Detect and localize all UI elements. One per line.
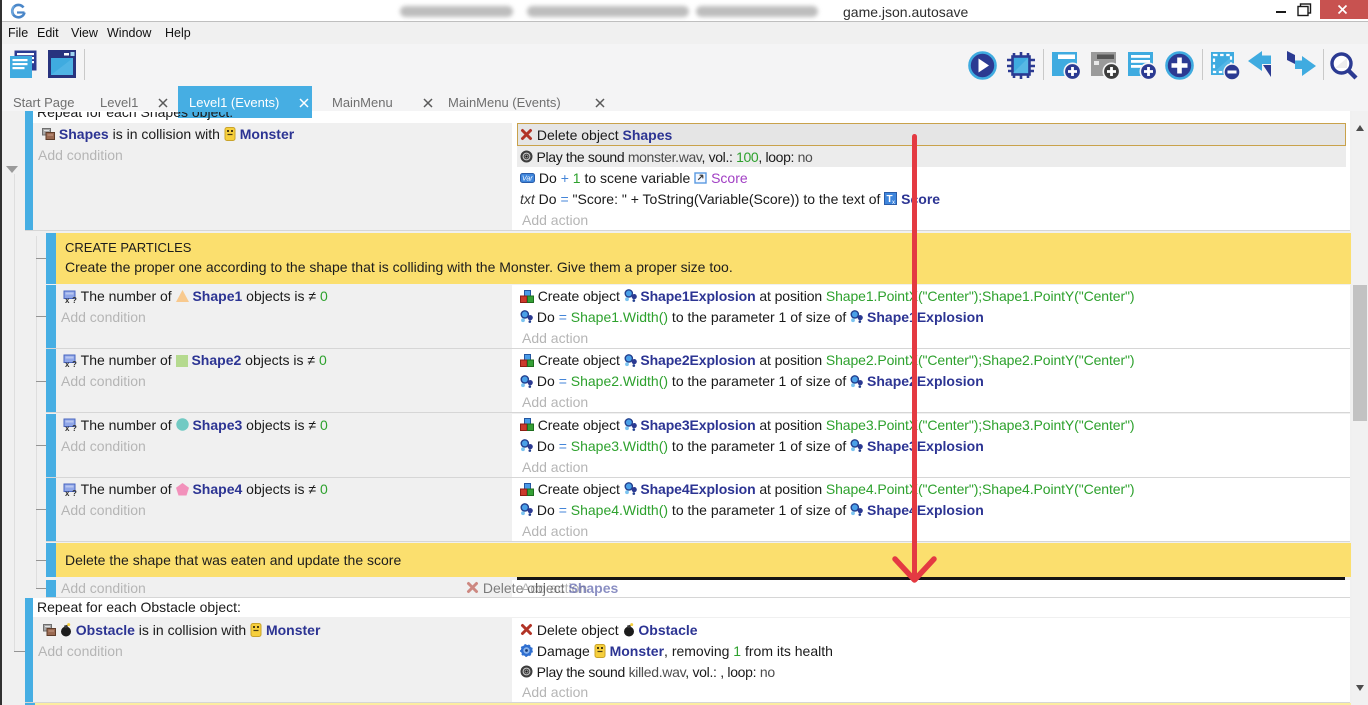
svg-text:x: x: [65, 489, 70, 496]
svg-text:?: ?: [72, 489, 77, 496]
svg-text:x: x: [65, 424, 70, 431]
svg-text:?: ?: [72, 296, 77, 303]
svg-text:?: ?: [72, 360, 77, 367]
svg-text:x: x: [65, 360, 70, 367]
svg-text:Var: Var: [522, 175, 533, 182]
svg-text:?: ?: [72, 424, 77, 431]
svg-text:x: x: [65, 296, 70, 303]
